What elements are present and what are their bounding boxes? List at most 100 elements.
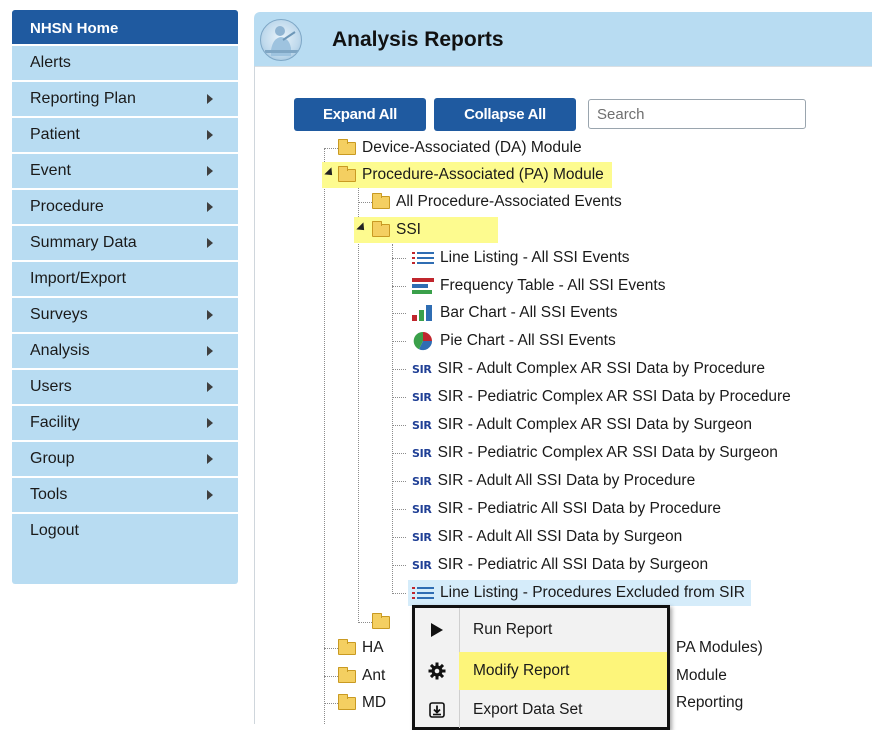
folder-icon: [338, 138, 356, 155]
tree-connector: [392, 537, 406, 538]
pie-chart-icon: [413, 331, 433, 351]
sir-icon: SIR: [412, 418, 432, 432]
search-input[interactable]: [588, 99, 806, 129]
modify-report-menu-item[interactable]: Modify Report: [415, 652, 667, 690]
run-report-menu-item[interactable]: Run Report: [415, 611, 667, 649]
sidebar-item-label: Surveys: [30, 306, 88, 323]
sidebar-item-reporting-plan[interactable]: Reporting Plan: [12, 80, 238, 116]
sidebar-item-procedure[interactable]: Procedure: [12, 188, 238, 224]
tree-connector: [392, 313, 406, 314]
folder-icon: [338, 165, 356, 182]
tree-connector: [392, 565, 406, 566]
tree-connector: [392, 286, 406, 287]
tree-node-hidden-folder[interactable]: [372, 609, 390, 635]
sidebar-item-import-export[interactable]: Import/Export: [12, 260, 238, 296]
report-pie-chart-all-ssi[interactable]: Pie Chart - All SSI Events: [412, 328, 616, 354]
report-frequency-table-all-ssi[interactable]: Frequency Table - All SSI Events: [412, 273, 665, 299]
chevron-right-icon: [207, 238, 213, 248]
report-label: SIR - Pediatric All SSI Data by Surgeon: [437, 556, 709, 573]
sidebar-item-surveys[interactable]: Surveys: [12, 296, 238, 332]
chevron-right-icon: [207, 310, 213, 320]
sidebar-item-label: Logout: [30, 522, 79, 539]
report-line-listing-procedures-excluded[interactable]: Line Listing - Procedures Excluded from …: [408, 580, 751, 606]
tree-connector: [392, 481, 406, 482]
report-sir-pediatric-complex-ar-surgeon[interactable]: SIR SIR - Pediatric Complex AR SSI Data …: [412, 440, 778, 466]
report-sir-pediatric-all-surgeon[interactable]: SIR SIR - Pediatric All SSI Data by Surg…: [412, 552, 708, 578]
header-divider: [254, 66, 872, 67]
report-label: Frequency Table - All SSI Events: [440, 277, 666, 294]
tree-connector: [324, 148, 325, 724]
sidebar-item-users[interactable]: Users: [12, 368, 238, 404]
expanded-arrow-icon: [324, 167, 336, 179]
report-label: SIR - Adult All SSI Data by Surgeon: [437, 528, 683, 545]
report-sir-adult-complex-ar-surgeon[interactable]: SIR SIR - Adult Complex AR SSI Data by S…: [412, 412, 752, 438]
tree-connector: [324, 703, 338, 704]
menu-item-label: Run Report: [473, 621, 553, 638]
sidebar-item-label: Group: [30, 450, 75, 467]
folder-icon: [372, 612, 390, 629]
report-sir-pediatric-all-procedure[interactable]: SIR SIR - Pediatric All SSI Data by Proc…: [412, 496, 721, 522]
chevron-right-icon: [207, 454, 213, 464]
sir-icon: SIR: [412, 474, 432, 488]
folder-icon: [372, 220, 390, 237]
export-data-set-menu-item[interactable]: Export Data Set: [415, 691, 667, 729]
report-sir-adult-complex-ar-procedure[interactable]: SIR SIR - Adult Complex AR SSI Data by P…: [412, 356, 765, 382]
tree-node-ha[interactable]: HA: [338, 635, 384, 661]
report-label: SIR - Pediatric Complex AR SSI Data by P…: [437, 388, 791, 405]
tree-node-all-pa-events[interactable]: All Procedure-Associated Events: [372, 189, 622, 215]
sidebar-item-label: Alerts: [30, 54, 71, 71]
tree-node-label: SSI: [396, 221, 421, 238]
report-sir-adult-all-procedure[interactable]: SIR SIR - Adult All SSI Data by Procedur…: [412, 468, 695, 494]
chevron-right-icon: [207, 382, 213, 392]
tree-node-ha-tail: PA Modules): [676, 635, 763, 661]
report-sir-adult-all-surgeon[interactable]: SIR SIR - Adult All SSI Data by Surgeon: [412, 524, 682, 550]
tree-connector: [392, 258, 406, 259]
tree-connector: [358, 188, 359, 623]
tree-node-pa-module[interactable]: Procedure-Associated (PA) Module: [322, 162, 612, 188]
page-header: Analysis Reports: [254, 12, 872, 66]
tree-node-md[interactable]: MD: [338, 690, 386, 716]
sidebar-item-label: Reporting Plan: [30, 90, 136, 107]
sidebar-item-event[interactable]: Event: [12, 152, 238, 188]
context-menu: Run Report Modify Report Export Data Set: [412, 605, 670, 730]
sir-icon: SIR: [412, 530, 432, 544]
chevron-right-icon: [207, 202, 213, 212]
sidebar-item-patient[interactable]: Patient: [12, 116, 238, 152]
sidebar-item-summary-data[interactable]: Summary Data: [12, 224, 238, 260]
sidebar-item-group[interactable]: Group: [12, 440, 238, 476]
tree-node-md-tail: Reporting: [676, 690, 743, 716]
tree-node-label: HA: [362, 639, 384, 656]
report-label: SIR - Pediatric Complex AR SSI Data by S…: [437, 444, 778, 461]
sidebar-item-alerts[interactable]: Alerts: [12, 44, 238, 80]
report-bar-chart-all-ssi[interactable]: Bar Chart - All SSI Events: [412, 300, 617, 326]
report-label: SIR - Pediatric All SSI Data by Procedur…: [437, 500, 722, 517]
tree-connector: [392, 397, 406, 398]
tree-node-ssi[interactable]: SSI: [354, 217, 498, 243]
tree-connector: [392, 593, 406, 594]
tree-connector: [324, 148, 338, 149]
expand-all-button[interactable]: Expand All: [294, 98, 426, 131]
line-listing-icon: [412, 587, 434, 599]
report-line-listing-all-ssi[interactable]: Line Listing - All SSI Events: [412, 245, 630, 271]
menu-item-label: Export Data Set: [473, 701, 583, 718]
sidebar-item-label: Import/Export: [30, 270, 127, 287]
sidebar-item-logout[interactable]: Logout: [12, 512, 238, 548]
analysis-logo-icon: [260, 19, 302, 61]
report-label: Line Listing - Procedures Excluded from …: [440, 584, 745, 601]
report-sir-pediatric-complex-ar-procedure[interactable]: SIR SIR - Pediatric Complex AR SSI Data …: [412, 384, 791, 410]
report-label: SIR - Adult Complex AR SSI Data by Proce…: [437, 360, 765, 377]
tree-node-label: Device-Associated (DA) Module: [362, 139, 582, 156]
sir-icon: SIR: [412, 558, 432, 572]
nav-home-link[interactable]: NHSN Home: [12, 10, 238, 44]
sidebar-nav: NHSN Home Alerts Reporting Plan Patient …: [12, 10, 238, 584]
report-label: Pie Chart - All SSI Events: [440, 332, 616, 349]
collapse-all-button[interactable]: Collapse All: [434, 98, 576, 131]
tree-node-da-module[interactable]: Device-Associated (DA) Module: [338, 135, 582, 161]
sidebar-item-analysis[interactable]: Analysis: [12, 332, 238, 368]
tree-connector: [392, 244, 393, 594]
sidebar-item-facility[interactable]: Facility: [12, 404, 238, 440]
content-divider: [254, 66, 255, 724]
tree-node-ant[interactable]: Ant: [338, 663, 385, 689]
folder-icon: [338, 693, 356, 710]
sidebar-item-tools[interactable]: Tools: [12, 476, 238, 512]
